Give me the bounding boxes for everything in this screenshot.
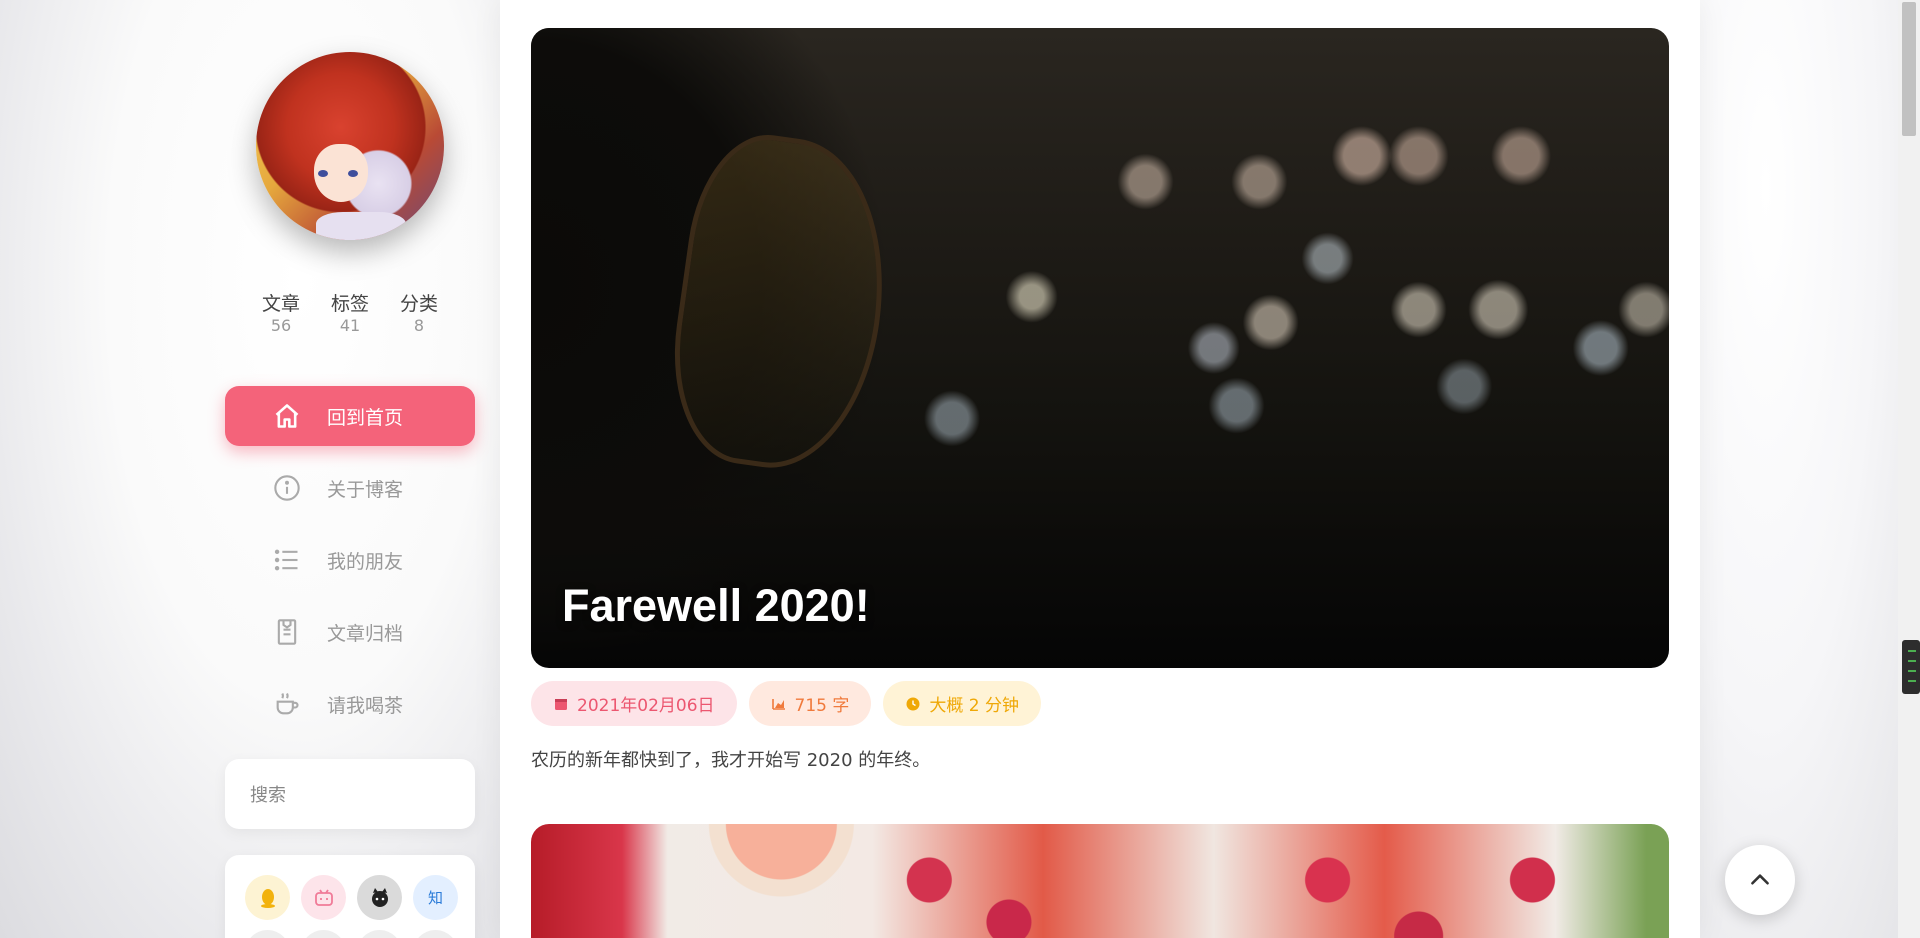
vertical-scrollbar[interactable] [1898,0,1920,938]
stat-value: 41 [339,316,361,335]
nav-item-label: 我的朋友 [327,550,404,573]
nav-item-label: 文章归档 [327,622,404,645]
widget-bar [1908,660,1916,662]
stat-categories[interactable]: 分类 8 [394,292,444,336]
sidebar: 文章 56 标签 41 分类 8 回到首页 关于博客 我的朋友 文章归档 请我喝… [225,0,475,938]
nav-item-donate[interactable]: 请我喝茶 [225,674,475,734]
zhihu-glyph: 知 [427,889,443,907]
post-list: Farewell 2020! 2021年02月06日 715 字 大概 2 分钟… [500,0,1700,938]
nav-item-label: 回到首页 [327,406,404,429]
back-to-top-button[interactable] [1725,845,1795,915]
info-icon [273,474,301,502]
clock-icon [906,697,920,710]
nav-item-home[interactable]: 回到首页 [225,386,475,446]
stat-articles[interactable]: 文章 56 [256,292,306,336]
post-cover-image[interactable] [531,824,1669,938]
post-meta: 2021年02月06日 715 字 大概 2 分钟 [531,681,1042,726]
stat-label: 文章 [261,293,300,315]
post-excerpt: 农历的新年都快到了，我才开始写 2020 的年终。 [531,750,931,771]
sidebar-nav: 回到首页 关于博客 我的朋友 文章归档 请我喝茶 [225,386,475,746]
social-links: 知 [225,855,475,938]
avatar-collar [316,212,406,240]
nav-item-archive[interactable]: 文章归档 [225,602,475,662]
floating-widget[interactable] [1902,640,1920,694]
post-date-badge: 2021年02月06日 [531,681,737,726]
stat-value: 56 [270,316,292,335]
github-icon[interactable] [357,875,402,920]
qq-icon[interactable] [245,875,290,920]
post-word-count: 715 字 [794,696,850,716]
chart-icon [771,698,785,710]
search-input[interactable]: 搜索 [225,759,475,829]
social-icon[interactable] [245,930,290,938]
post-cover-image[interactable]: Farewell 2020! [531,28,1669,668]
post-date: 2021年02月06日 [577,696,715,716]
post-title[interactable]: Farewell 2020! [562,580,870,632]
zhihu-icon[interactable]: 知 [413,875,458,920]
stat-label: 分类 [399,293,438,315]
coffee-icon [273,690,301,718]
avatar-eye [318,170,328,177]
post-read-time: 大概 2 分钟 [929,696,1020,716]
search-placeholder: 搜索 [250,785,286,806]
stat-tags[interactable]: 标签 41 [325,292,375,336]
widget-bar [1908,650,1916,652]
list-icon [273,546,301,574]
stat-label: 标签 [330,293,369,315]
stat-value: 8 [413,316,425,335]
nav-item-about[interactable]: 关于博客 [225,458,475,518]
chevron-up-icon [1751,874,1769,885]
post-words-badge: 715 字 [748,681,872,726]
home-icon [273,402,301,430]
blog-stats: 文章 56 标签 41 分类 8 [256,292,444,336]
nav-item-friends[interactable]: 我的朋友 [225,530,475,590]
nav-item-label: 请我喝茶 [327,694,404,717]
bilibili-icon[interactable] [301,875,346,920]
page-background-right [1700,0,1920,938]
avatar-eye [348,170,358,177]
nav-item-label: 关于博客 [327,478,404,501]
widget-bar [1908,680,1916,682]
social-icon[interactable] [301,930,346,938]
calendar-icon [555,698,567,710]
social-icon[interactable] [413,930,458,938]
post-read-time-badge: 大概 2 分钟 [883,681,1042,726]
widget-bar [1908,670,1916,672]
scrollbar-thumb[interactable] [1902,2,1916,136]
social-icon[interactable] [357,930,402,938]
archive-icon [273,618,301,646]
avatar[interactable] [256,52,444,240]
